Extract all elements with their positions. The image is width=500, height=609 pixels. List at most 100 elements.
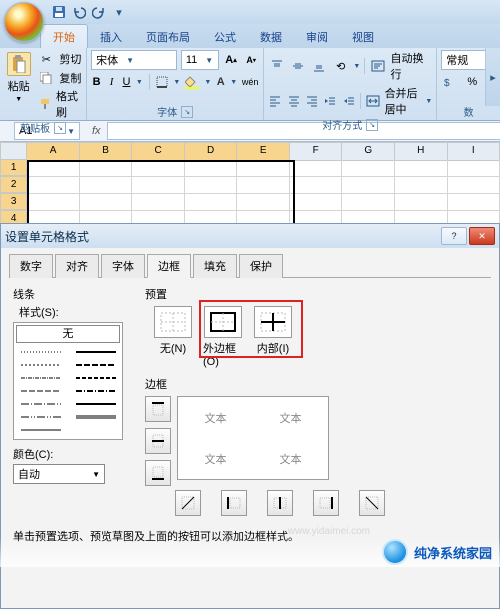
font-name-select[interactable]: 宋体▼ [91,50,177,70]
border-button[interactable] [155,73,169,91]
cut-button[interactable]: ✂剪切 [37,50,82,68]
brush-icon [37,95,52,113]
preset-none-button[interactable]: 无(N) [153,306,193,356]
dlg-tab-fill[interactable]: 填充 [193,254,237,278]
tab-view[interactable]: 视图 [340,25,386,48]
save-icon[interactable] [52,5,66,19]
grow-font-icon[interactable]: A▴ [223,51,239,69]
border-horizontal-button[interactable] [145,428,171,454]
font-size-select[interactable]: 11▼ [181,50,219,70]
tab-page-layout[interactable]: 页面布局 [134,25,202,48]
shrink-font-icon[interactable]: A▾ [243,51,259,69]
preset-outline-label: 外边框(O) [203,340,243,368]
tab-data[interactable]: 数据 [248,25,294,48]
paste-icon [7,52,31,76]
bold-button[interactable]: B [91,73,102,91]
dlg-tab-protection[interactable]: 保护 [239,254,283,278]
border-bottom-button[interactable] [145,460,171,486]
align-bottom-icon[interactable] [311,57,328,75]
accounting-format-icon[interactable]: $ [441,73,459,91]
footer-text: 纯净系统家园 [414,543,492,562]
line-style-option[interactable] [71,398,120,409]
underline-button[interactable]: U [121,73,132,91]
preset-outline-button[interactable]: 外边框(O) [203,306,243,368]
redo-icon[interactable] [92,5,106,19]
line-style-list[interactable]: 无 [13,322,123,440]
chevron-down-icon: ▼ [92,470,100,479]
row-header[interactable]: 2 [0,176,27,193]
row-header[interactable]: 3 [0,193,27,210]
paste-button[interactable]: 粘贴 ▼ [4,50,33,120]
dlg-tab-border[interactable]: 边框 [147,254,191,278]
color-dropdown[interactable]: 自动 ▼ [13,464,105,484]
line-style-option[interactable] [16,372,65,383]
decrease-indent-icon[interactable] [323,92,337,110]
phonetic-guide-icon[interactable]: wén [241,73,259,91]
chevron-down-icon[interactable]: ▼ [136,79,143,86]
dlg-tab-number[interactable]: 数字 [9,254,53,278]
dlg-tab-alignment[interactable]: 对齐 [55,254,99,278]
dlg-tab-font[interactable]: 字体 [101,254,145,278]
undo-icon[interactable] [72,5,86,19]
border-diag-down-button[interactable] [359,490,385,516]
line-style-option[interactable] [71,411,120,422]
dialog-tabs: 数字 对齐 字体 边框 填充 保护 [9,254,491,278]
line-style-option[interactable] [16,411,65,422]
style-none-option[interactable]: 无 [16,325,120,343]
align-top-icon[interactable] [268,57,285,75]
fill-color-button[interactable] [184,73,200,91]
format-painter-button[interactable]: 格式刷 [37,88,82,120]
line-style-option[interactable] [71,372,120,383]
increase-indent-icon[interactable] [341,92,355,110]
align-launcher[interactable]: ↘ [366,119,378,131]
line-style-option[interactable] [16,346,65,357]
svg-text:$: $ [444,78,450,88]
line-style-option[interactable] [16,424,65,435]
align-right-icon[interactable] [305,92,319,110]
line-style-option[interactable] [16,359,65,370]
qat-customize-icon[interactable]: ▾ [112,5,126,19]
line-style-option[interactable] [71,346,120,357]
help-button[interactable]: ? [441,227,467,245]
align-middle-icon[interactable] [289,57,306,75]
border-diag-up-button[interactable] [175,490,201,516]
italic-button[interactable]: I [106,73,117,91]
office-button[interactable] [4,2,44,42]
copy-button[interactable]: 复制 [37,69,82,87]
align-left-icon[interactable] [268,92,282,110]
line-style-option[interactable] [16,398,65,409]
chevron-down-icon[interactable]: ▼ [204,79,211,86]
border-top-button[interactable] [145,396,171,422]
line-style-option[interactable] [71,359,120,370]
dialog-titlebar[interactable]: 设置单元格格式 ? ✕ [1,224,499,248]
align-center-icon[interactable] [286,92,300,110]
wrap-text-button[interactable]: 自动换行 [369,50,432,82]
ribbon-scroll-right[interactable]: ▸ [485,48,500,106]
clipboard-launcher[interactable]: ↘ [54,122,66,134]
tab-formulas[interactable]: 公式 [202,25,248,48]
tab-home[interactable]: 开始 [40,24,88,48]
line-style-option[interactable] [16,385,65,396]
font-name-value: 宋体 [96,52,118,68]
close-button[interactable]: ✕ [469,227,495,245]
border-right-button[interactable] [313,490,339,516]
orientation-icon[interactable]: ⟲ [332,57,349,75]
font-launcher[interactable]: ↘ [181,106,193,118]
preset-inside-button[interactable]: 内部(I) [253,306,293,356]
chevron-down-icon[interactable]: ▼ [173,79,180,86]
tab-insert[interactable]: 插入 [88,25,134,48]
border-vertical-button[interactable] [267,490,293,516]
chevron-down-icon[interactable]: ▼ [353,63,360,70]
line-section: 线条 样式(S): 无 [13,286,127,516]
border-left-button[interactable] [221,490,247,516]
merge-center-button[interactable]: 合并后居中▼ [365,85,433,117]
tab-review[interactable]: 审阅 [294,25,340,48]
copy-icon [37,69,55,87]
border-preview[interactable]: 文本 文本 文本 文本 [177,396,329,480]
line-style-option[interactable] [71,385,120,396]
percent-icon[interactable]: % [463,73,481,91]
chevron-down-icon[interactable]: ▼ [230,79,237,86]
font-color-button[interactable]: A [215,73,226,91]
row-header[interactable]: 1 [0,159,27,176]
fx-icon[interactable]: fx [92,125,101,137]
